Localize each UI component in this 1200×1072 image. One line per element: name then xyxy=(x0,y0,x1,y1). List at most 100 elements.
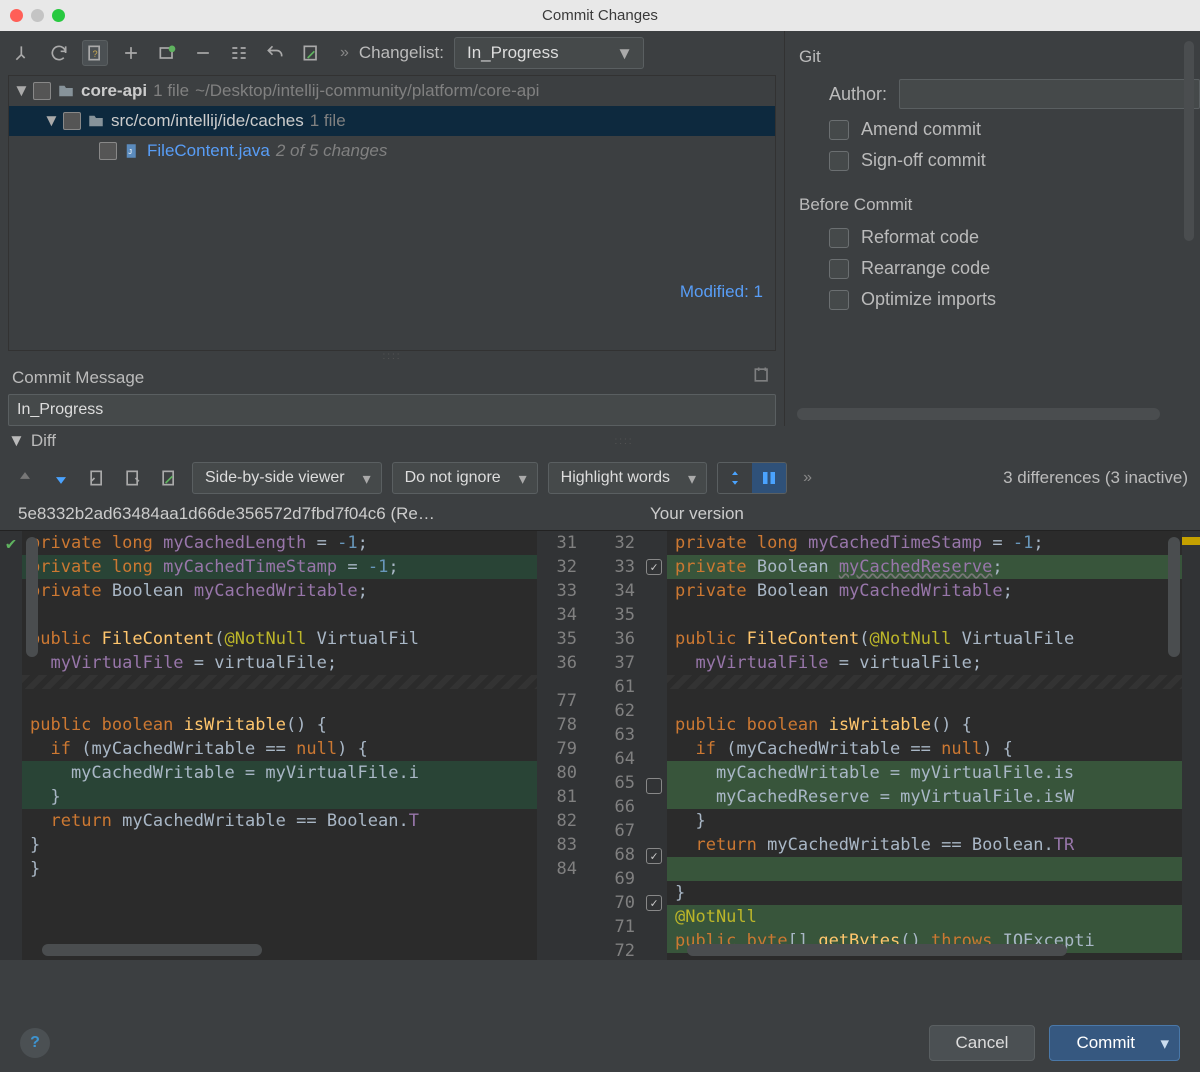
edit-icon[interactable] xyxy=(298,40,324,66)
diff-section-label: Diff xyxy=(31,431,56,451)
checkbox-icon[interactable] xyxy=(829,259,849,279)
apply-chunk-checkbox[interactable] xyxy=(646,778,662,794)
signoff-label: Sign-off commit xyxy=(861,150,986,171)
compare-next-file-icon[interactable] xyxy=(120,465,146,491)
diff-left-pane[interactable]: private long myCachedLength = -1; privat… xyxy=(22,531,537,960)
viewer-mode-combo[interactable]: Side-by-side viewer ▾ xyxy=(192,462,382,494)
apply-chunk-checkbox[interactable] xyxy=(646,848,662,864)
window-titlebar: Commit Changes xyxy=(0,0,1200,31)
ignore-mode-combo[interactable]: Do not ignore ▾ xyxy=(392,462,538,494)
tree-file[interactable]: J FileContent.java 2 of 5 changes xyxy=(9,136,775,166)
compare-prev-file-icon[interactable] xyxy=(84,465,110,491)
commit-message-header: Commit Message xyxy=(0,361,784,394)
reformat-row[interactable]: Reformat code xyxy=(829,227,1200,248)
diff-status: 3 differences (3 inactive) xyxy=(1003,468,1188,488)
code-left: private long myCachedLength = -1; privat… xyxy=(22,531,537,881)
amend-label: Amend commit xyxy=(861,119,981,140)
changelist-label: Changelist: xyxy=(359,43,444,63)
tree-file-name: FileContent.java xyxy=(147,141,270,161)
left-gutter: 3132333435367778798081828384 xyxy=(537,531,583,960)
chevron-right-icon[interactable]: » xyxy=(803,469,812,487)
right-gutter: 323334353637616263646566676869707172 xyxy=(595,531,641,960)
diff-left-title: 5e8332b2ad63484aa1d66de356572d7fbd7f04c6… xyxy=(18,504,550,524)
checkbox-icon[interactable] xyxy=(829,290,849,310)
next-diff-icon[interactable] xyxy=(48,465,74,491)
tree-dir[interactable]: ▼ src/com/intellij/ide/caches 1 file xyxy=(9,106,775,136)
apply-chunk-checkbox[interactable] xyxy=(646,895,662,911)
refresh-icon[interactable] xyxy=(46,40,72,66)
group-icon[interactable] xyxy=(226,40,252,66)
commit-options-panel: Git Author: Amend commit Sign-off commit… xyxy=(785,31,1200,426)
commit-button[interactable]: Commit ▾ xyxy=(1049,1025,1180,1061)
author-label: Author: xyxy=(829,84,887,105)
toggle-group xyxy=(717,462,787,494)
svg-text:?: ? xyxy=(93,49,98,59)
undo-icon[interactable] xyxy=(262,40,288,66)
checkbox-icon[interactable] xyxy=(829,228,849,248)
diff-body: ✔ private long myCachedLength = -1; priv… xyxy=(0,530,1200,960)
diff-connector xyxy=(583,531,595,960)
cancel-button[interactable]: Cancel xyxy=(929,1025,1036,1061)
git-section-title: Git xyxy=(799,47,1200,67)
scrollbar[interactable] xyxy=(1184,41,1194,241)
collapse-unchanged-icon[interactable] xyxy=(718,463,752,493)
rearrange-row[interactable]: Rearrange code xyxy=(829,258,1200,279)
apply-chunk-checkbox[interactable] xyxy=(646,559,662,575)
changelist-combo[interactable]: In_Progress ▼ xyxy=(454,37,644,69)
tree-root-name: core-api xyxy=(81,81,147,101)
marker-stripe[interactable] xyxy=(1182,531,1200,960)
chevron-down-icon: ▾ xyxy=(519,469,527,489)
revert-icon[interactable]: ? xyxy=(82,40,108,66)
sync-scroll-icon[interactable] xyxy=(752,463,786,493)
scrollbar[interactable] xyxy=(687,944,1067,956)
checkbox-icon[interactable] xyxy=(829,120,849,140)
add-icon[interactable] xyxy=(118,40,144,66)
diff-toolbar: Side-by-side viewer ▾ Do not ignore ▾ Hi… xyxy=(0,456,1200,500)
scrollbar[interactable] xyxy=(26,537,38,657)
dialog-footer: ? Cancel Commit ▾ xyxy=(0,1014,1200,1072)
help-icon[interactable]: ? xyxy=(20,1028,50,1058)
commit-label: Commit xyxy=(1076,1033,1135,1053)
scrollbar[interactable] xyxy=(797,408,1160,420)
optimize-label: Optimize imports xyxy=(861,289,996,310)
scrollbar[interactable] xyxy=(1168,537,1180,657)
history-icon[interactable] xyxy=(752,365,772,390)
diff-section-header[interactable]: ▼Diff :::: xyxy=(0,426,1200,456)
edit-source-icon[interactable] xyxy=(156,465,182,491)
reformat-label: Reformat code xyxy=(861,227,979,248)
chevron-down-icon[interactable]: ▾ xyxy=(1160,1034,1169,1054)
prev-diff-icon[interactable] xyxy=(12,465,38,491)
commit-message-input[interactable] xyxy=(8,394,776,426)
optimize-row[interactable]: Optimize imports xyxy=(829,289,1200,310)
apply-gutter xyxy=(641,531,667,960)
remove-icon[interactable] xyxy=(190,40,216,66)
diff-right-title: Your version xyxy=(550,504,1182,524)
validation-gutter: ✔ xyxy=(0,531,22,960)
changes-tree[interactable]: ▼ core-api 1 file ~/Desktop/intellij-com… xyxy=(8,75,776,351)
chevron-right-icon[interactable]: » xyxy=(340,44,349,62)
svg-text:J: J xyxy=(128,147,132,156)
tree-dir-meta: 1 file xyxy=(310,111,346,131)
show-diff-icon[interactable] xyxy=(10,40,36,66)
signoff-row[interactable]: Sign-off commit xyxy=(829,150,1200,171)
commit-toolbar: ? » Changelist: In_Progress ▼ xyxy=(0,31,784,75)
diff-titles: 5e8332b2ad63484aa1d66de356572d7fbd7f04c6… xyxy=(0,500,1200,530)
author-row: Author: xyxy=(829,79,1200,109)
rearrange-label: Rearrange code xyxy=(861,258,990,279)
tree-dir-name: src/com/intellij/ide/caches xyxy=(111,111,304,131)
window-title: Commit Changes xyxy=(0,7,1200,24)
commit-message-label: Commit Message xyxy=(12,368,144,388)
author-field[interactable] xyxy=(899,79,1200,109)
new-changelist-icon[interactable] xyxy=(154,40,180,66)
highlight-mode-combo[interactable]: Highlight words ▾ xyxy=(548,462,707,494)
viewer-mode-value: Side-by-side viewer xyxy=(205,469,345,487)
tree-root-path: ~/Desktop/intellij-community/platform/co… xyxy=(195,81,539,101)
amend-row[interactable]: Amend commit xyxy=(829,119,1200,140)
scrollbar[interactable] xyxy=(42,944,262,956)
checkbox-icon[interactable] xyxy=(829,151,849,171)
before-commit-title: Before Commit xyxy=(799,195,1200,215)
modified-count: Modified: 1 xyxy=(9,276,775,308)
splitter-grip[interactable]: :::: xyxy=(0,351,784,361)
diff-right-pane[interactable]: private long myCachedTimeStamp = -1; pri… xyxy=(667,531,1182,960)
tree-root[interactable]: ▼ core-api 1 file ~/Desktop/intellij-com… xyxy=(9,76,775,106)
